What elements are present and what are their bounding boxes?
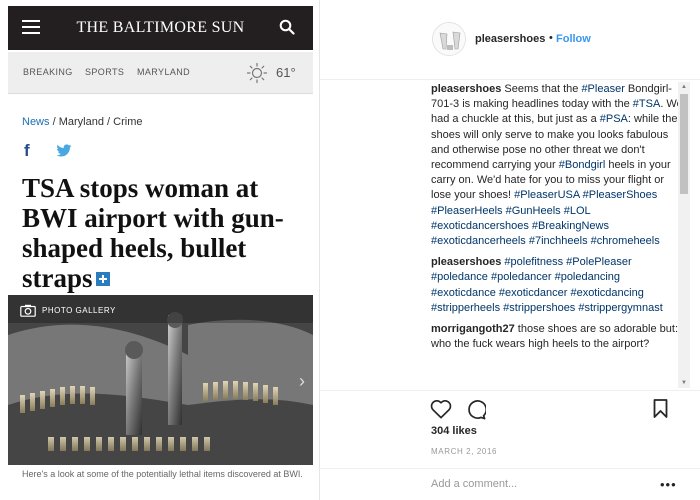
photo-caption: Here's a look at some of the potentially… bbox=[22, 469, 303, 479]
breadcrumb-news[interactable]: News bbox=[22, 116, 50, 128]
hashtag-link[interactable]: #stripperheels bbox=[431, 302, 500, 314]
comment-input[interactable] bbox=[431, 478, 631, 490]
hashtag-link[interactable]: #strippergymnast bbox=[578, 302, 662, 314]
hashtag-link[interactable]: #exoticdancerheels bbox=[431, 235, 526, 247]
hashtag-link[interactable]: #polefitness bbox=[504, 256, 563, 268]
sun-icon bbox=[246, 62, 268, 84]
like-count[interactable]: 304 likes bbox=[431, 425, 477, 437]
hashtag-link[interactable]: #exoticdancer bbox=[499, 287, 568, 299]
comment-item: pleasershoes #polefitness #PolePleaser #… bbox=[431, 255, 683, 316]
comment-username[interactable]: morrigangoth27 bbox=[431, 323, 515, 335]
nav-sports[interactable]: SPORTS bbox=[85, 67, 124, 77]
hashtag-link[interactable]: #Pleaser bbox=[581, 83, 624, 95]
search-icon[interactable] bbox=[279, 19, 295, 35]
nav-breaking[interactable]: BREAKING bbox=[23, 67, 73, 77]
comment-item: pleasershoes Seems that the #Pleaser Bon… bbox=[431, 82, 683, 249]
hashtag-link[interactable]: #exoticdancershoes bbox=[431, 220, 529, 232]
hashtag-link[interactable]: #PleaserShoes bbox=[583, 189, 658, 201]
hashtag-link[interactable]: #exoticdancing bbox=[570, 287, 643, 299]
news-article: THE BALTIMORE SUN BREAKING SPORTS MARYLA… bbox=[0, 0, 318, 500]
post-username[interactable]: pleasershoes bbox=[475, 33, 545, 45]
hashtag-link[interactable]: #PleaserHeels bbox=[431, 205, 503, 217]
photo-gallery[interactable]: PHOTO GALLERY › bbox=[8, 295, 313, 465]
comments-list: pleasershoes Seems that the #Pleaser Bon… bbox=[431, 82, 683, 388]
post-header: pleasershoes • Follow bbox=[320, 0, 700, 80]
temperature: 61° bbox=[276, 65, 296, 80]
hashtag-link[interactable]: #strippershoes bbox=[503, 302, 575, 314]
twitter-icon[interactable] bbox=[56, 144, 72, 158]
hashtag-link[interactable]: #chromeheels bbox=[591, 235, 660, 247]
hashtag-link[interactable]: #poledance bbox=[431, 271, 488, 283]
breadcrumb-crime[interactable]: Crime bbox=[113, 116, 142, 128]
breadcrumb-maryland[interactable]: Maryland bbox=[59, 116, 104, 128]
facebook-icon[interactable]: f bbox=[24, 142, 30, 159]
hashtag-link[interactable]: #BreakingNews bbox=[532, 220, 609, 232]
gallery-photo bbox=[8, 295, 313, 465]
hashtag-link[interactable]: #PolePleaser bbox=[566, 256, 631, 268]
hashtag-link[interactable]: #GunHeels bbox=[506, 205, 561, 217]
comment-username[interactable]: pleasershoes bbox=[431, 83, 501, 95]
more-icon[interactable]: ••• bbox=[660, 477, 677, 492]
hashtag-link[interactable]: #poledancing bbox=[555, 271, 620, 283]
follow-button[interactable]: Follow bbox=[556, 33, 591, 45]
comment-icon[interactable] bbox=[465, 399, 486, 420]
headline-text: TSA stops woman at BWI airport with gun-… bbox=[22, 173, 284, 293]
post-date: MARCH 2, 2016 bbox=[431, 447, 498, 456]
hashtag-link[interactable]: #poledancer bbox=[491, 271, 552, 283]
breadcrumb: News / Maryland / Crime bbox=[22, 116, 142, 128]
instagram-post-panel: pleasershoes • Follow pleasershoes Seems… bbox=[320, 0, 700, 500]
article-headline: TSA stops woman at BWI airport with gun-… bbox=[22, 173, 312, 293]
bookmark-icon[interactable] bbox=[653, 399, 668, 418]
hashtag-link[interactable]: #PSA bbox=[600, 113, 628, 125]
masthead: THE BALTIMORE SUN bbox=[8, 6, 313, 50]
section-nav: BREAKING SPORTS MARYLAND 61° bbox=[8, 52, 313, 94]
hashtag-link[interactable]: #TSA bbox=[633, 98, 661, 110]
comment-item: morrigangoth27 those shoes are so adorab… bbox=[431, 322, 683, 352]
heart-icon[interactable] bbox=[430, 399, 452, 419]
hashtag-link[interactable]: #7inchheels bbox=[529, 235, 588, 247]
nav-maryland[interactable]: MARYLAND bbox=[137, 67, 190, 77]
hashtag-link[interactable]: #LOL bbox=[564, 205, 591, 217]
scroll-up-icon[interactable]: ▲ bbox=[681, 84, 687, 90]
gallery-badge: PHOTO GALLERY bbox=[20, 304, 116, 317]
add-comment-bar: ••• bbox=[320, 468, 700, 500]
comment-username[interactable]: pleasershoes bbox=[431, 256, 501, 268]
camera-icon bbox=[20, 304, 36, 317]
hashtag-link[interactable]: #Bondgirl bbox=[559, 159, 605, 171]
site-title[interactable]: THE BALTIMORE SUN bbox=[8, 19, 313, 37]
hashtag-link[interactable]: #exoticdance bbox=[431, 287, 496, 299]
comment-text: Seems that the bbox=[501, 83, 582, 95]
plus-icon[interactable] bbox=[95, 271, 110, 286]
gallery-label: PHOTO GALLERY bbox=[42, 306, 116, 315]
scroll-down-icon[interactable]: ▼ bbox=[681, 380, 687, 386]
post-actions bbox=[320, 390, 700, 420]
separator-dot: • bbox=[549, 32, 553, 44]
scrollbar-thumb[interactable] bbox=[680, 94, 688, 194]
avatar[interactable] bbox=[432, 22, 466, 56]
hashtag-link[interactable]: #PleaserUSA bbox=[514, 189, 579, 201]
chevron-right-icon[interactable]: › bbox=[299, 371, 305, 392]
comments-scrollbar[interactable]: ▲ ▼ bbox=[678, 82, 690, 388]
